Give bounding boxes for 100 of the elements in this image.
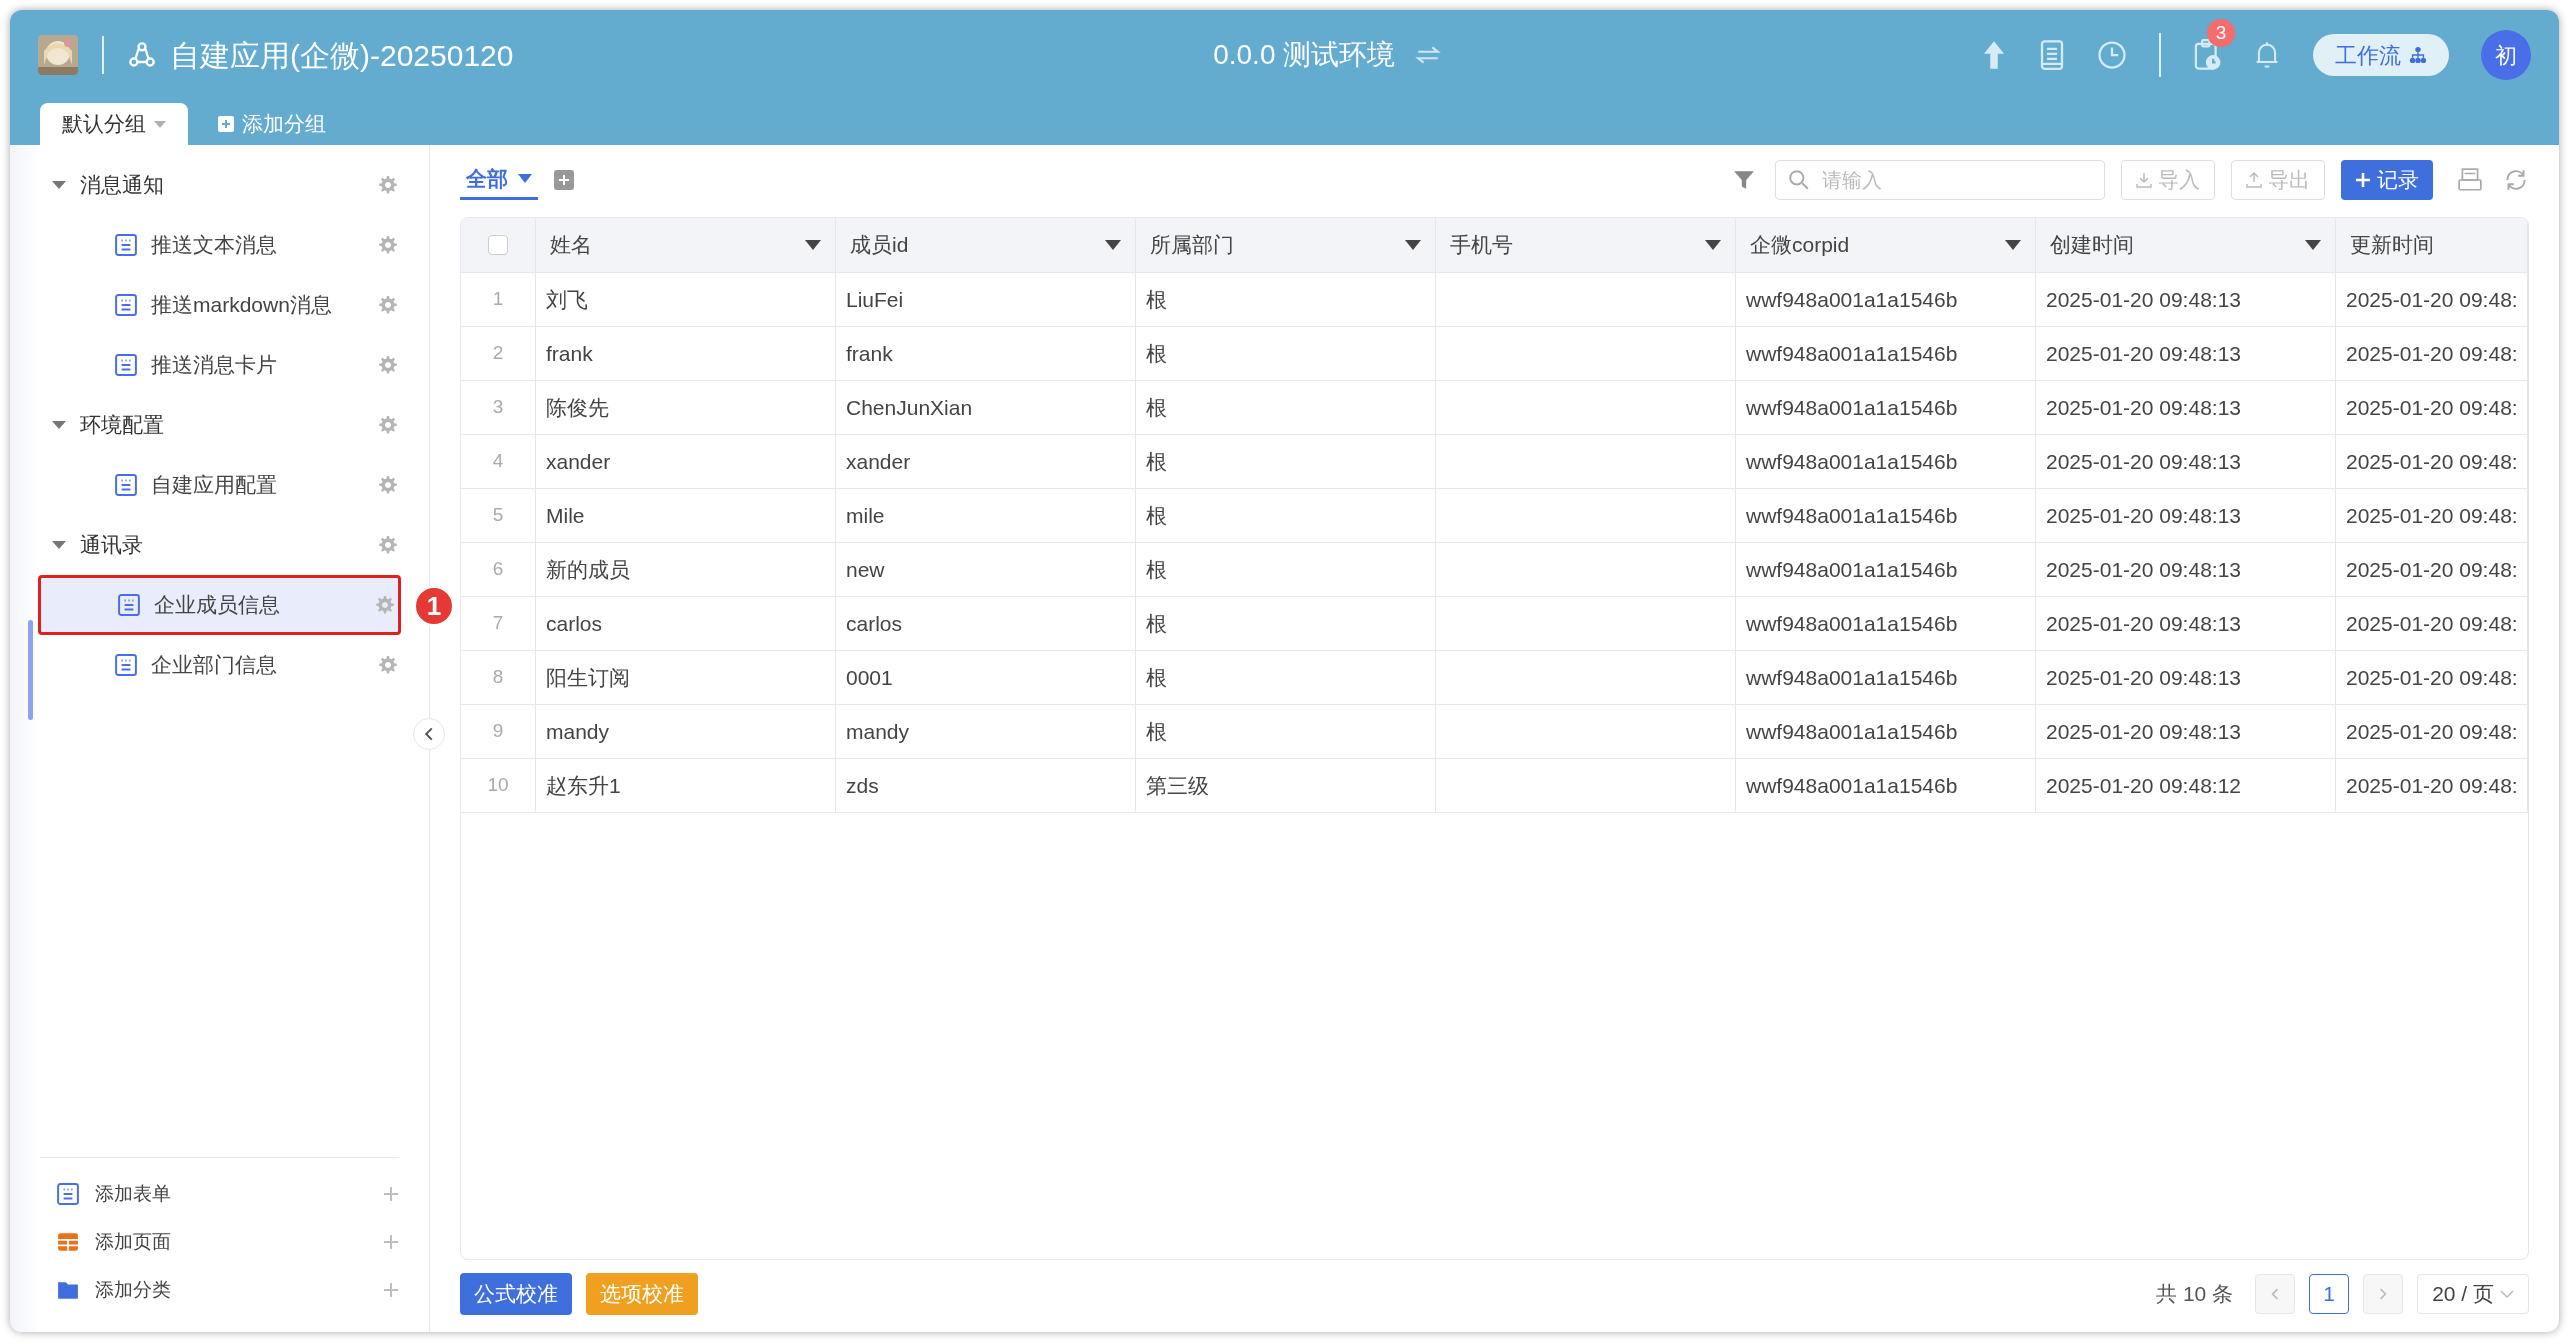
sidebar-action[interactable]: 添加表单	[40, 1170, 399, 1218]
table-cell-text: wwf948a001a1a1546b	[1746, 502, 1958, 529]
table-cell-text: mandy	[546, 718, 610, 745]
table-cell-text: frank	[846, 340, 893, 367]
print-icon[interactable]	[2457, 167, 2483, 193]
sidebar-action[interactable]: 添加分类	[40, 1266, 399, 1314]
table-cell-text: 2025-01-20 09:48:13	[2046, 502, 2241, 529]
form-icon	[115, 234, 137, 256]
plus-icon[interactable]	[383, 1282, 399, 1298]
sidebar-group[interactable]: 环境配置	[10, 395, 429, 455]
table-cell-text: 2025-01-20 09:48:	[2346, 718, 2518, 745]
view-tab[interactable]: 全部	[460, 160, 538, 200]
group-tab[interactable]: 默认分组	[40, 103, 188, 145]
caret-down-icon[interactable]	[1105, 240, 1121, 250]
caret-down-icon	[52, 421, 66, 429]
column-header[interactable]: 更新时间	[2350, 229, 2513, 261]
upload-icon	[2246, 172, 2262, 188]
row-number: 7	[492, 611, 504, 636]
table-cell-text: wwf948a001a1a1546b	[1746, 664, 1958, 691]
page-size-select[interactable]: 20 / 页	[2417, 1274, 2529, 1314]
next-page-button[interactable]	[2363, 1274, 2404, 1314]
column-header[interactable]: 所属部门	[1150, 229, 1405, 261]
table-cell-text: 2025-01-20 09:48:13	[2046, 664, 2241, 691]
column-header[interactable]: 企微corpid	[1750, 229, 2005, 261]
plus-icon[interactable]	[383, 1234, 399, 1250]
plus-icon	[218, 116, 234, 132]
table-cell-text: xander	[846, 448, 911, 475]
table-cell-text: 新的成员	[546, 556, 630, 583]
sidebar-item[interactable]: 自建应用配置	[38, 455, 401, 515]
sidebar-action[interactable]: 添加页面	[40, 1218, 399, 1266]
table-cell-text: 陈俊先	[546, 394, 609, 421]
plus-icon[interactable]	[383, 1186, 399, 1202]
sidebar-item[interactable]: 推送文本消息	[38, 215, 401, 275]
chevron-down-icon	[2500, 1288, 2514, 1300]
column-header[interactable]: 创建时间	[2050, 229, 2305, 261]
total-count: 共 10 条	[2156, 1281, 2234, 1308]
table-cell-text: carlos	[546, 610, 603, 637]
workflow-button[interactable]: 工作流	[2313, 34, 2449, 76]
group-label: 消息通知	[80, 172, 165, 199]
caret-down-icon	[52, 541, 66, 549]
add-view-icon[interactable]	[554, 170, 574, 190]
gear-icon[interactable]	[377, 174, 399, 196]
caret-down-icon[interactable]	[2305, 240, 2321, 250]
table-cell-text: 根	[1146, 664, 1167, 691]
table-cell-text: mandy	[846, 718, 910, 745]
table-cell-text: 2025-01-20 09:48:	[2346, 556, 2518, 583]
column-header[interactable]: 成员id	[850, 229, 1105, 261]
gear-icon[interactable]	[377, 414, 399, 436]
add-button[interactable]: 记录	[2341, 160, 2433, 200]
gear-icon[interactable]	[377, 654, 399, 676]
gear-icon[interactable]	[377, 354, 399, 376]
table-cell-text: 2025-01-20 09:48:13	[2046, 448, 2241, 475]
formula-calibrate-button[interactable]: 公式校准	[460, 1273, 572, 1315]
sidebar-group[interactable]: 消息通知	[10, 155, 429, 215]
grid-icon	[57, 1231, 79, 1253]
form-icon	[115, 294, 137, 316]
search-icon	[1788, 169, 1810, 191]
form-icon	[118, 594, 140, 616]
collapse-button[interactable]	[413, 718, 445, 750]
table-cell-text: 根	[1146, 286, 1167, 313]
previous-page-button[interactable]	[2255, 1274, 2296, 1314]
table-cell-text: ChenJunXian	[846, 394, 973, 421]
sidebar-item[interactable]: 推送消息卡片	[38, 335, 401, 395]
table-cell-text: 根	[1146, 340, 1167, 367]
column-header[interactable]: 手机号	[1450, 229, 1705, 261]
sidebar-group[interactable]: 通讯录	[10, 515, 429, 575]
form-icon	[57, 1183, 79, 1205]
caret-down-icon	[154, 120, 166, 128]
row-number: 3	[492, 395, 504, 420]
caret-down-icon[interactable]	[1705, 240, 1721, 250]
table-cell-text: 2025-01-20 09:48:13	[2046, 610, 2241, 637]
sidebar-item[interactable]: 推送markdown消息	[38, 275, 401, 335]
clock-icon[interactable]	[2097, 40, 2127, 70]
page-button[interactable]: 1	[2309, 1274, 2350, 1314]
filter-icon[interactable]	[1733, 169, 1755, 191]
item-label: 推送消息卡片	[151, 352, 278, 379]
search-field[interactable]: 请输入	[1775, 160, 2105, 200]
upload-icon[interactable]	[1981, 40, 2007, 70]
gear-icon[interactable]	[377, 294, 399, 316]
table-cell-text: 根	[1146, 610, 1167, 637]
row-number: 6	[492, 557, 504, 582]
gear-icon[interactable]	[377, 474, 399, 496]
sidebar-item[interactable]: 企业部门信息	[38, 635, 401, 695]
plus-icon	[2355, 172, 2371, 188]
table-cell-text: 2025-01-20 09:48:12	[2046, 772, 2241, 799]
user-avatar[interactable]: 初	[2481, 30, 2531, 80]
gear-icon[interactable]	[377, 534, 399, 556]
gear-icon[interactable]	[377, 234, 399, 256]
table-cell-text: 根	[1146, 394, 1167, 421]
select-all-checkbox[interactable]	[488, 235, 508, 255]
refresh-icon[interactable]	[2503, 167, 2529, 193]
caret-down-icon[interactable]	[2005, 240, 2021, 250]
caret-down-icon[interactable]	[805, 240, 821, 250]
table-cell-text: wwf948a001a1a1546b	[1746, 610, 1958, 637]
column-header[interactable]: 姓名	[550, 229, 805, 261]
caret-down-icon[interactable]	[1405, 240, 1421, 250]
gear-icon[interactable]	[374, 594, 396, 616]
table-cell-text: wwf948a001a1a1546b	[1746, 340, 1958, 367]
book-icon[interactable]	[2039, 40, 2065, 70]
clipboard-clock-icon[interactable]	[2193, 39, 2221, 71]
